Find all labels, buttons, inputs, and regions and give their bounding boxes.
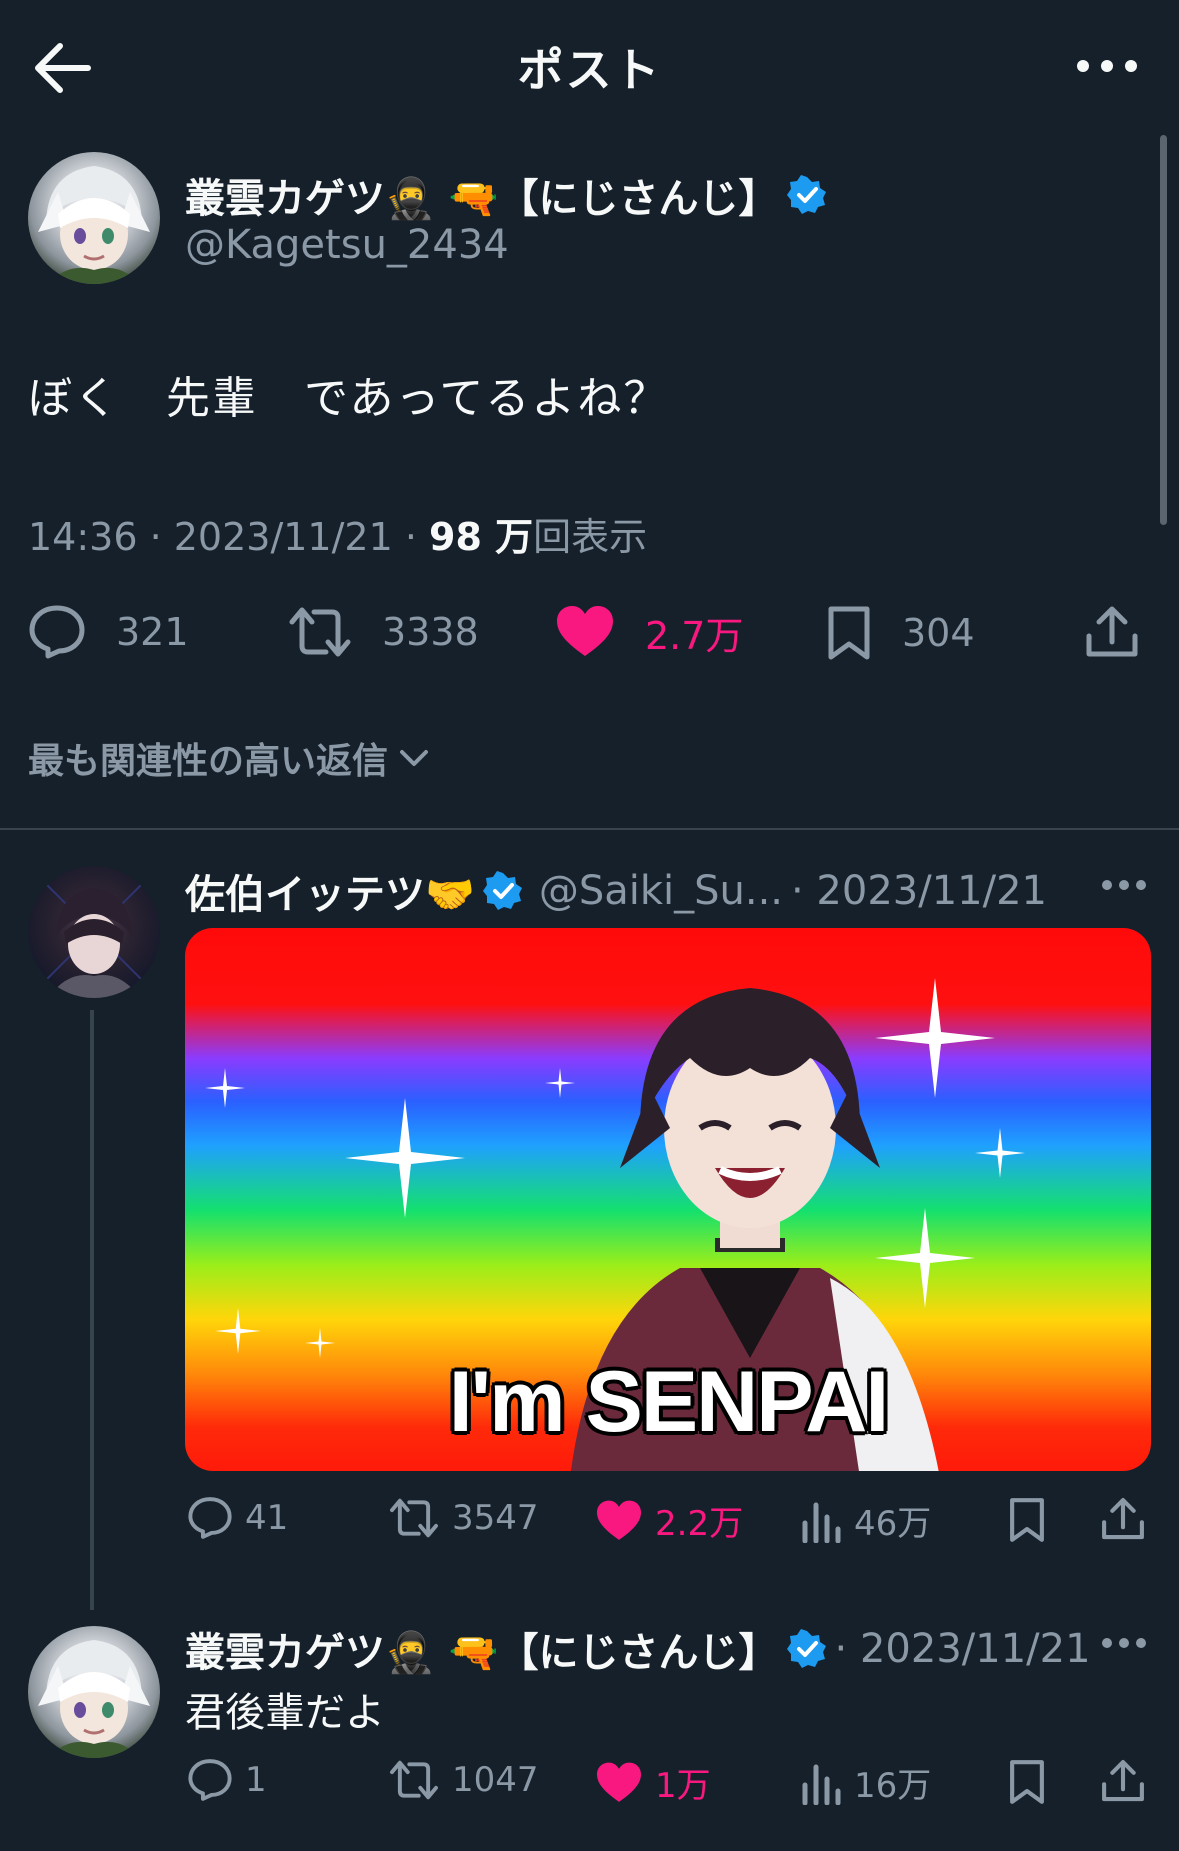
like-icon <box>597 1500 641 1540</box>
repost-count: 3338 <box>382 610 479 654</box>
repost-button[interactable]: 3547 <box>388 1496 539 1540</box>
like-button[interactable]: 2.7万 <box>555 604 743 660</box>
avatar[interactable] <box>28 1626 160 1758</box>
post-meta: 14:36 · 2023/11/21 · 98 万回表示 <box>28 506 647 561</box>
scrollbar[interactable] <box>1160 135 1167 525</box>
like-count: 1万 <box>655 1766 711 1806</box>
verified-badge-icon <box>786 175 826 214</box>
reply-author-handle[interactable]: @Saiki_Su... <box>539 868 783 914</box>
verified-badge-icon <box>786 1629 826 1668</box>
reply-button[interactable]: 321 <box>28 604 189 660</box>
bookmark-button[interactable] <box>1008 1496 1046 1544</box>
repost-button[interactable]: 3338 <box>288 604 479 660</box>
reply-date[interactable]: · 2023/11/21 <box>791 868 1047 914</box>
like-count: 2.7万 <box>645 613 744 658</box>
bookmark-button[interactable]: 304 <box>826 604 975 662</box>
sparkle-icon <box>975 1128 1025 1178</box>
reply-button[interactable]: 41 <box>187 1496 288 1540</box>
share-icon <box>1102 1498 1144 1540</box>
sparkle-icon <box>345 1098 465 1218</box>
reply-media-image[interactable]: I'm SENPAI <box>185 928 1151 1471</box>
views-button[interactable]: 16万 <box>800 1758 931 1807</box>
reply-button[interactable]: 1 <box>187 1758 267 1802</box>
page-title: ポスト <box>517 43 662 97</box>
like-count: 2.2万 <box>655 1504 744 1544</box>
avatar[interactable] <box>28 866 160 998</box>
reply-date[interactable]: · 2023/11/21 <box>835 1626 1091 1672</box>
avatar-art <box>28 866 160 998</box>
sparkle-icon <box>215 1308 261 1354</box>
share-button[interactable] <box>1100 1758 1146 1804</box>
divider <box>0 828 1179 830</box>
views-icon <box>802 1764 841 1805</box>
repost-icon <box>390 1498 438 1538</box>
share-button[interactable] <box>1100 1496 1146 1542</box>
more-icon[interactable] <box>1100 1636 1148 1650</box>
reply-count: 1 <box>245 1760 267 1800</box>
repost-icon <box>289 607 351 657</box>
more-icon[interactable] <box>1075 44 1139 88</box>
top-bar: ポスト <box>0 0 1179 132</box>
chevron-down-icon <box>400 750 429 766</box>
avatar-art <box>38 1640 150 1758</box>
views-count: 16万 <box>854 1766 932 1806</box>
like-icon <box>597 1762 641 1802</box>
views-count: 98 万 <box>429 515 534 559</box>
share-icon <box>1102 1760 1144 1802</box>
bookmark-count: 304 <box>902 611 975 655</box>
reply-icon <box>188 1497 232 1539</box>
post-timestamp[interactable]: 14:36 · 2023/11/21 · <box>28 515 429 559</box>
repost-count: 1047 <box>452 1760 539 1800</box>
bookmark-icon <box>1010 1498 1044 1542</box>
repost-button[interactable]: 1047 <box>388 1758 539 1802</box>
reply-author-name[interactable]: 叢雲カゲツ🥷 🔫【にじさんじ】 · 2023/11/21 <box>185 1620 1091 1678</box>
bookmark-icon <box>1010 1760 1044 1804</box>
bookmark-icon <box>828 606 870 660</box>
bookmark-button[interactable] <box>1008 1758 1046 1806</box>
reply-sort-dropdown[interactable]: 最も関連性の高い返信 <box>28 732 432 784</box>
avatar[interactable] <box>28 152 160 284</box>
views-count: 46万 <box>854 1504 932 1544</box>
share-button[interactable] <box>1084 604 1140 660</box>
like-button[interactable]: 2.2万 <box>595 1496 743 1545</box>
reply-text: 君後輩だよ <box>185 1690 385 1736</box>
avatar-art <box>38 166 150 284</box>
sparkle-icon <box>205 1068 245 1108</box>
views-label: 回表示 <box>533 515 648 559</box>
views-icon <box>802 1502 841 1543</box>
verified-badge-icon <box>482 871 522 910</box>
thread-line <box>90 1010 94 1610</box>
reply-sort-label: 最も関連性の高い返信 <box>28 741 389 782</box>
media-caption: I'm SENPAI <box>448 1354 890 1450</box>
reply-icon <box>29 605 85 659</box>
reply-author-name[interactable]: 佐伯イッテツ🤝 @Saiki_Su... · 2023/11/21 <box>185 862 1047 920</box>
author-handle[interactable]: @Kagetsu_2434 <box>185 222 509 268</box>
reply-icon <box>188 1759 232 1801</box>
reply-count: 41 <box>245 1498 289 1538</box>
reply-count: 321 <box>116 610 189 654</box>
like-button[interactable]: 1万 <box>595 1758 711 1807</box>
like-icon <box>557 606 613 656</box>
more-icon[interactable] <box>1100 878 1148 892</box>
share-icon <box>1086 606 1138 657</box>
repost-icon <box>390 1760 438 1800</box>
author-name[interactable]: 叢雲カゲツ🥷 🔫【にじさんじ】 <box>185 166 827 224</box>
repost-count: 3547 <box>452 1498 539 1538</box>
views-button[interactable]: 46万 <box>800 1496 931 1545</box>
post-text: ぼく 先輩 であってるよね？ <box>28 373 670 424</box>
